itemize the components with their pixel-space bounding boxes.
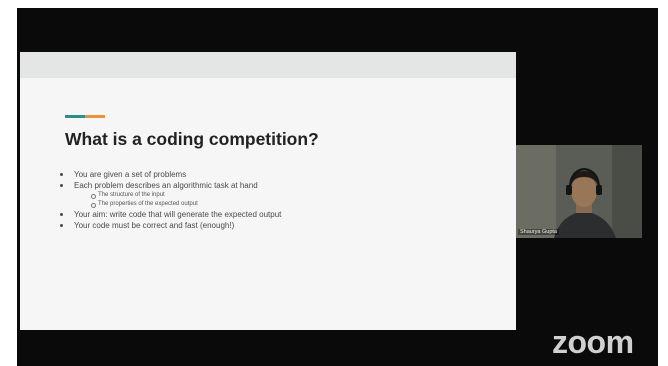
- bullet-item: Each problem describes an algorithmic ta…: [56, 180, 506, 209]
- bullet-text: Each problem describes an algorithmic ta…: [74, 181, 258, 190]
- bullet-list: You are given a set of problems Each pro…: [56, 169, 506, 231]
- participant-name: Shaurya Gupta: [518, 229, 559, 235]
- bullet-text: You are given a set of problems: [74, 170, 187, 179]
- sub-bullet-ring: [91, 203, 96, 208]
- bullet-item: Your code must be correct and fast (enou…: [56, 220, 506, 231]
- participant-video-feed: [516, 145, 642, 238]
- sub-bullet-item: The structure of the input: [74, 191, 506, 200]
- bullet-dot: [60, 184, 63, 187]
- accent-teal: [65, 115, 85, 118]
- zoom-logo: zoom: [552, 324, 634, 360]
- sub-bullet-ring: [91, 194, 96, 199]
- bullet-item: Your aim: write code that will generate …: [56, 209, 506, 220]
- participant-video-tile[interactable]: Shaurya Gupta: [516, 145, 642, 238]
- shared-slide: What is a coding competition? You are gi…: [20, 52, 516, 330]
- sub-bullet-item: The properties of the expected output: [74, 200, 506, 209]
- bullet-text: Your code must be correct and fast (enou…: [74, 221, 235, 230]
- accent-orange: [85, 115, 105, 118]
- bullet-dot: [60, 213, 63, 216]
- bullet-item: You are given a set of problems: [56, 169, 506, 180]
- slide-header-band: [20, 52, 516, 78]
- slide-title: What is a coding competition?: [65, 129, 319, 149]
- sub-bullet-text: The properties of the expected output: [98, 201, 198, 207]
- title-accent-bar: [65, 115, 105, 118]
- bullet-dot: [60, 173, 63, 176]
- sub-bullet-list: The structure of the input The propertie…: [74, 191, 506, 209]
- bullet-dot: [60, 224, 63, 227]
- sub-bullet-text: The structure of the input: [98, 192, 165, 198]
- bullet-text: Your aim: write code that will generate …: [74, 210, 282, 219]
